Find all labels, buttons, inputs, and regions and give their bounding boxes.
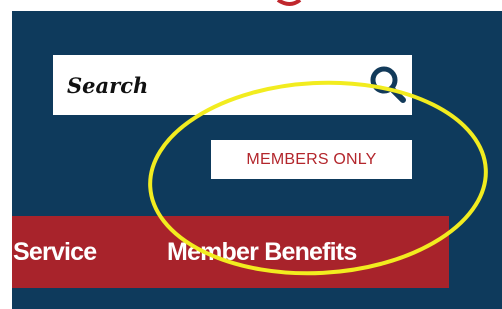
- members-only-button[interactable]: MEMBERS ONLY: [211, 140, 412, 179]
- search-input[interactable]: [53, 55, 343, 115]
- search-box: [53, 55, 412, 115]
- page-frame: MEMBERS ONLY Service Member Benefits: [0, 0, 502, 309]
- nav-item-service[interactable]: Service: [13, 216, 97, 288]
- nav-item-member-benefits[interactable]: Member Benefits: [167, 216, 357, 288]
- search-icon[interactable]: [367, 64, 407, 104]
- main-nav-bar: Service Member Benefits: [12, 216, 449, 288]
